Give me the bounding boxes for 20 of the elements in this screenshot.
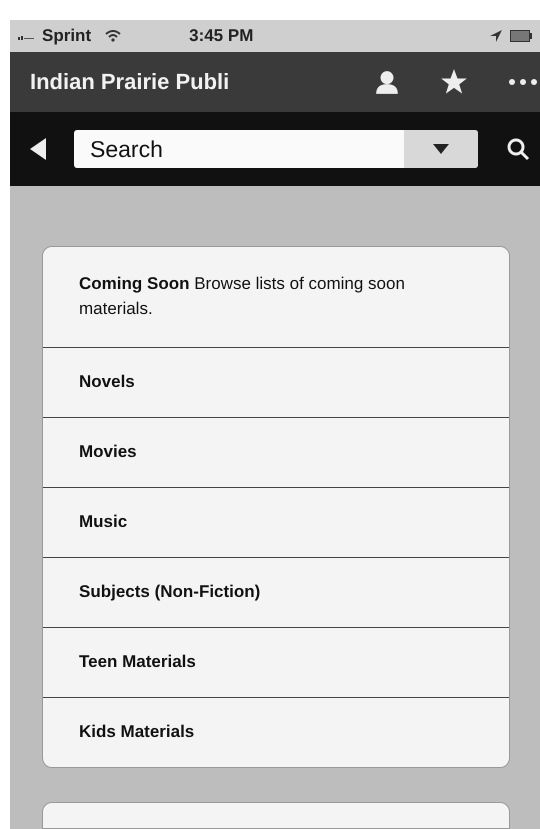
menu-item[interactable]: Subjects (Non-Fiction) (43, 557, 509, 627)
menu-item[interactable]: Novels (43, 347, 509, 417)
search-icon[interactable] (506, 137, 530, 161)
back-icon[interactable] (30, 138, 46, 160)
menu-item[interactable]: Movies (43, 417, 509, 487)
star-icon[interactable] (440, 68, 468, 96)
menu-item[interactable]: Teen Materials (43, 627, 509, 697)
wifi-icon (105, 30, 122, 42)
search-field[interactable]: Search (74, 130, 478, 168)
battery-icon (510, 30, 532, 42)
carrier-name: Sprint (42, 26, 92, 46)
more-icon[interactable] (508, 78, 538, 86)
menu-item[interactable]: Kids Materials (43, 697, 509, 767)
menu-item[interactable]: Music (43, 487, 509, 557)
location-arrow-icon (490, 30, 502, 42)
clock-time: 3:45 PM (189, 26, 254, 46)
dropdown-caret-icon[interactable] (433, 144, 449, 154)
person-icon[interactable] (374, 70, 400, 94)
menu-item[interactable]: Coming Soon Browse lists of coming soon materials. (43, 247, 509, 347)
app-title: Indian Prairie Publi (30, 69, 230, 95)
